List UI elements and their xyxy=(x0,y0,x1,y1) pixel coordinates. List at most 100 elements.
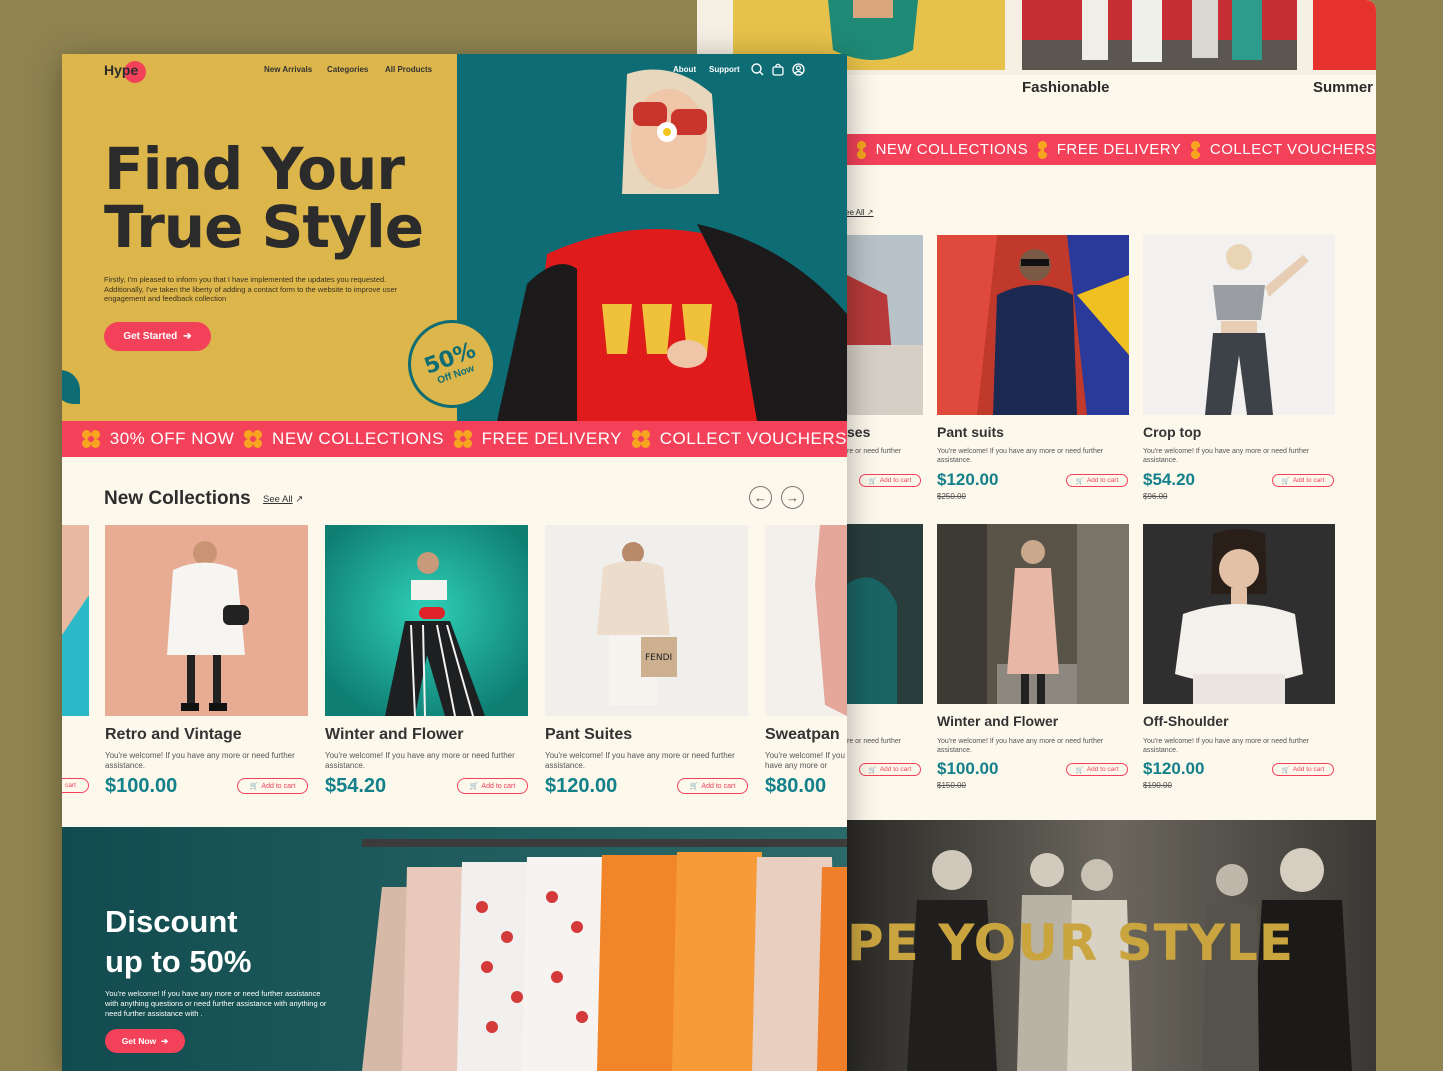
flower-icon xyxy=(632,430,650,448)
flower-icon xyxy=(244,430,263,448)
product-desc: You're welcome! If you have any more or … xyxy=(937,738,1104,754)
add-to-cart-button[interactable]: 🛒 Add to cart xyxy=(457,778,528,794)
flower-icon xyxy=(82,430,100,448)
product-desc: You're welcome! If you have any more or … xyxy=(765,751,845,770)
product-image-partial-left[interactable] xyxy=(62,525,89,716)
nav-about[interactable]: About xyxy=(673,65,696,74)
product-image-pant-suits[interactable] xyxy=(937,235,1129,415)
brand-logo[interactable]: Hype xyxy=(104,61,146,83)
product-price: $100.00 xyxy=(105,775,178,797)
flower-icon xyxy=(856,140,869,159)
product-price: $54.20 xyxy=(325,775,387,797)
section-title: New Collections xyxy=(104,488,251,509)
get-now-button[interactable]: Get Now ➔ xyxy=(105,1029,185,1053)
see-all-link[interactable]: See All ↗ xyxy=(263,494,303,505)
search-icon[interactable] xyxy=(751,63,764,76)
hero-image xyxy=(457,54,847,421)
carousel-next-button[interactable]: → xyxy=(781,486,804,509)
discount-banner: Discount up to 50% You're welcome! If yo… xyxy=(62,827,847,1071)
user-icon[interactable] xyxy=(792,63,805,76)
marquee-item: FREE DELIVERY xyxy=(1056,141,1182,158)
hero-body: Firstly, I'm pleased to inform you that … xyxy=(104,275,398,303)
marquee-item: NEW COLLECTIONS xyxy=(272,429,444,448)
see-all-link-back[interactable]: ee All ↗ xyxy=(845,208,874,217)
product-image-winter-flower[interactable] xyxy=(937,524,1129,704)
carousel-prev-button[interactable]: ← xyxy=(749,486,772,509)
nav-new-arrivals[interactable]: New Arrivals xyxy=(264,65,312,74)
cart-icon: 🛒 xyxy=(868,766,877,774)
flower-icon xyxy=(1190,140,1204,159)
cart-icon: 🛒 xyxy=(469,783,479,790)
add-to-cart-button[interactable]: 🛒 Add to cart xyxy=(859,763,921,776)
product-title[interactable]: Retro and Vintage xyxy=(105,726,242,744)
product-image-partial[interactable] xyxy=(847,235,923,415)
product-image-pant-suites[interactable]: FENDI xyxy=(545,525,748,716)
product-title[interactable]: Crop top xyxy=(1143,424,1201,440)
front-page-preview: Hype New Arrivals Categories All Product… xyxy=(62,54,847,1071)
product-image-winter-flower[interactable] xyxy=(325,525,528,716)
cart-icon: 🛒 xyxy=(1075,477,1084,485)
arrow-right-icon: ➔ xyxy=(161,1035,169,1046)
product-price: $120.00 xyxy=(937,470,999,489)
add-to-cart-button[interactable]: 🛒 Add to cart xyxy=(1066,474,1128,487)
category-label-summer[interactable]: Summer xyxy=(1313,79,1373,96)
style-banner: PE YOUR STYLE xyxy=(847,820,1376,1071)
product-desc: You're welcome! If you have any more or … xyxy=(325,751,515,770)
marquee-item: NEW COLLECTIONS xyxy=(875,141,1029,158)
marquee-item: COLLECT VOUCHERS xyxy=(659,429,847,448)
cart-icon: 🛒 xyxy=(249,783,259,790)
product-image-partial-2[interactable] xyxy=(847,524,923,704)
cart-icon: 🛒 xyxy=(1281,477,1290,485)
product-old-price: $250.00 xyxy=(937,492,966,501)
cart-icon: 🛒 xyxy=(868,477,877,485)
product-old-price: $96.00 xyxy=(1143,492,1168,501)
product-desc: You're welcome! If you have any more or … xyxy=(105,751,295,770)
product-old-price: $150.00 xyxy=(937,781,966,790)
promo-marquee-back: NEW COLLECTIONS FREE DELIVERY COLLECT VO… xyxy=(847,134,1376,165)
cart-icon: 🛒 xyxy=(689,783,699,790)
product-desc-partial: re or need further xyxy=(847,448,902,455)
product-desc: You're welcome! If you have any more or … xyxy=(937,448,1104,464)
product-title[interactable]: Pant suits xyxy=(937,424,1004,440)
product-title[interactable]: Winter and Flower xyxy=(937,713,1058,729)
category-image-fashionable[interactable] xyxy=(1022,0,1297,70)
product-desc-partial-2: re or need further xyxy=(847,738,902,745)
product-price: $100.00 xyxy=(937,759,999,778)
cart-icon: 🛒 xyxy=(1075,766,1084,774)
hero-title: Find Your True Style xyxy=(104,135,424,261)
product-title[interactable]: Off-Shoulder xyxy=(1143,713,1229,729)
product-image-crop-top[interactable] xyxy=(1143,235,1335,415)
add-to-cart-button[interactable]: 🛒 Add to cart xyxy=(237,778,308,794)
promo-marquee: 30% OFF NOW NEW COLLECTIONS FREE DELIVER… xyxy=(62,421,847,457)
product-desc: You're welcome! If you have any more or … xyxy=(545,751,735,770)
add-to-cart-button[interactable]: 🛒 Add to cart xyxy=(677,778,748,794)
nav-categories[interactable]: Categories xyxy=(327,65,368,74)
product-desc: You're welcome! If you have any more or … xyxy=(1143,448,1310,464)
add-to-cart-button[interactable]: 🛒 Add to cart xyxy=(1272,763,1334,776)
nav-support[interactable]: Support xyxy=(709,65,740,74)
arrow-right-icon: ➔ xyxy=(183,331,192,342)
arrow-right-icon: → xyxy=(786,490,799,505)
product-title-partial: ses xyxy=(847,424,871,440)
product-image-retro-vintage[interactable] xyxy=(105,525,308,716)
product-image-off-shoulder[interactable] xyxy=(1143,524,1335,704)
marquee-item: COLLECT VOUCHERS xyxy=(1209,141,1376,158)
get-started-button[interactable]: Get Started ➔ xyxy=(104,322,211,351)
product-image-sweatpants[interactable] xyxy=(765,525,847,716)
product-old-price: $190.00 xyxy=(1143,781,1172,790)
bag-icon[interactable] xyxy=(772,63,784,76)
add-to-cart-button[interactable]: cart xyxy=(62,778,89,793)
product-price: $120.00 xyxy=(1143,759,1205,778)
product-title[interactable]: Pant Suites xyxy=(545,726,632,744)
add-to-cart-button[interactable]: 🛒 Add to cart xyxy=(859,474,921,487)
category-image-summer[interactable] xyxy=(1313,0,1376,70)
product-title[interactable]: Sweatpan xyxy=(765,726,840,744)
category-label-fashionable[interactable]: Fashionable xyxy=(1022,79,1110,96)
nav-all-products[interactable]: All Products xyxy=(385,65,432,74)
svg-text:FENDI: FENDI xyxy=(645,653,672,663)
product-title[interactable]: Winter and Flower xyxy=(325,726,464,744)
product-price: $80.00 xyxy=(765,775,827,797)
add-to-cart-button[interactable]: 🛒 Add to cart xyxy=(1272,474,1334,487)
discount-title: Discount up to 50% xyxy=(105,904,252,979)
add-to-cart-button[interactable]: 🛒 Add to cart xyxy=(1066,763,1128,776)
